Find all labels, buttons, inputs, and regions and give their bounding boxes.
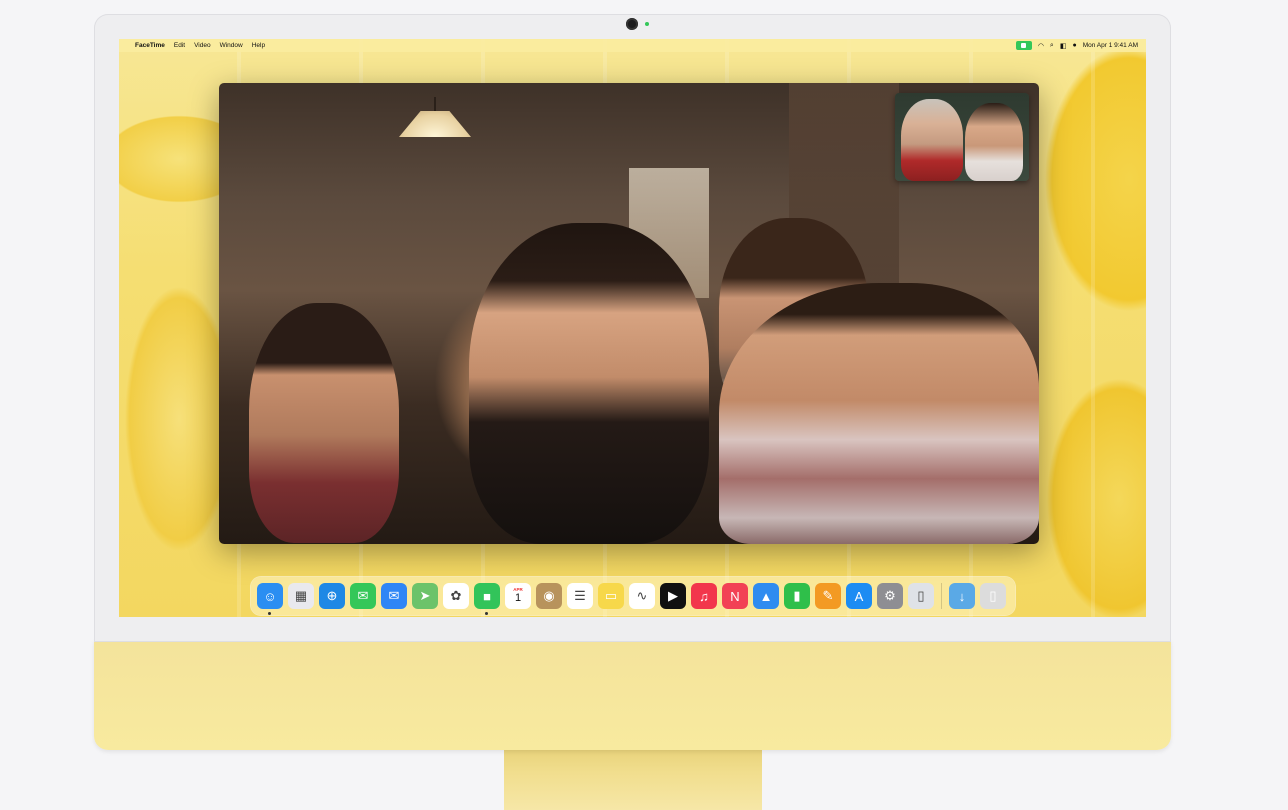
reminders-icon[interactable]: ☰ [567, 583, 593, 609]
menu-edit[interactable]: Edit [174, 42, 185, 49]
app-store-icon[interactable]: A [846, 583, 872, 609]
spotlight-search-icon[interactable]: ⌕ [1050, 42, 1054, 50]
desktop-screen: FaceTime Edit Video Window Help ◠ ⌕ ◧ ● … [119, 39, 1146, 617]
app-menu-facetime[interactable]: FaceTime [135, 42, 165, 49]
wifi-icon[interactable]: ◠ [1038, 42, 1044, 50]
menu-bar: FaceTime Edit Video Window Help ◠ ⌕ ◧ ● … [119, 39, 1146, 52]
safari-icon[interactable]: ⊕ [319, 583, 345, 609]
launchpad-icon[interactable]: ▦ [288, 583, 314, 609]
self-view-grandmother [901, 99, 963, 181]
tv-icon[interactable]: ▶ [660, 583, 686, 609]
running-indicator [485, 612, 488, 615]
dock: ☺ ▦ ⊕ ✉ ✉ ➤ ✿ ■ APR 1 ◉ ☰ ▭ ∿ ▶ ♫ N ▲ ▮ ✎ A ⚙ ▯ ↓ ▯ [251, 577, 1015, 615]
caller-woman [469, 223, 709, 544]
pages-icon[interactable]: ✎ [815, 583, 841, 609]
freeform-icon[interactable]: ∿ [629, 583, 655, 609]
keynote-icon[interactable]: ▲ [753, 583, 779, 609]
facetime-status-icon[interactable] [1015, 41, 1032, 50]
menubar-clock[interactable]: Mon Apr 1 9:41 AM [1083, 42, 1138, 49]
menu-window[interactable]: Window [220, 42, 243, 49]
downloads-folder-icon[interactable]: ↓ [949, 583, 975, 609]
finder-icon[interactable]: ☺ [257, 583, 283, 615]
camera-icon [626, 18, 638, 30]
user-icon[interactable]: ● [1072, 42, 1076, 49]
imac-stand [504, 748, 762, 810]
news-icon[interactable]: N [722, 583, 748, 609]
calendar-day-label: 1 [514, 591, 522, 604]
trash-icon[interactable]: ▯ [980, 583, 1006, 609]
status-area: ◠ ⌕ ◧ ● Mon Apr 1 9:41 AM [1015, 41, 1138, 50]
facetime-video-window[interactable] [219, 83, 1039, 544]
messages-icon[interactable]: ✉ [350, 583, 376, 609]
iphone-mirroring-icon[interactable]: ▯ [908, 583, 934, 609]
system-settings-icon[interactable]: ⚙ [877, 583, 903, 609]
mail-icon[interactable]: ✉ [381, 583, 407, 609]
notes-icon[interactable]: ▭ [598, 583, 624, 609]
self-view-girl [965, 103, 1023, 181]
contacts-icon[interactable]: ◉ [536, 583, 562, 609]
photos-icon[interactable]: ✿ [443, 583, 469, 609]
maps-icon[interactable]: ➤ [412, 583, 438, 609]
menu-video[interactable]: Video [194, 42, 211, 49]
imac-product-shot: FaceTime Edit Video Window Help ◠ ⌕ ◧ ● … [0, 0, 1288, 810]
menu-help[interactable]: Help [252, 42, 265, 49]
control-center-icon[interactable]: ◧ [1060, 42, 1067, 50]
caller-girl [249, 303, 399, 543]
numbers-icon[interactable]: ▮ [784, 583, 810, 609]
imac-chin [94, 640, 1171, 750]
music-icon[interactable]: ♫ [691, 583, 717, 609]
running-indicator [268, 612, 271, 615]
calendar-icon[interactable]: APR 1 [505, 583, 531, 609]
camera-indicator-light [645, 22, 649, 26]
dock-separator [941, 583, 942, 609]
self-view-pip[interactable] [895, 93, 1029, 181]
caller-boy-front [719, 283, 1039, 544]
pendant-lamp [399, 97, 471, 137]
facetime-icon[interactable]: ■ [474, 583, 500, 615]
